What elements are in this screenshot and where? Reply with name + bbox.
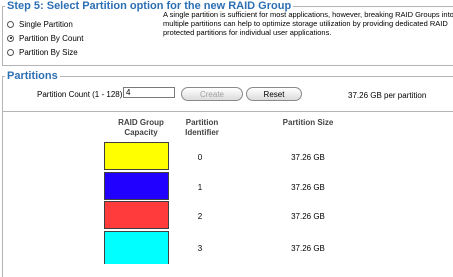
partition-description: A single partition is sufficient for mos… <box>163 10 453 37</box>
partition-size: 37.26 GB <box>291 212 325 221</box>
partition-size: 37.26 GB <box>291 183 325 192</box>
radio-label: Single Partition <box>19 19 73 29</box>
partition-size: 37.26 GB <box>291 153 325 162</box>
partition-id: 1 <box>197 183 203 192</box>
reset-button[interactable]: Reset <box>246 87 302 101</box>
partition-option-fieldset: Step 5: Select Partition option for the … <box>2 0 453 66</box>
partition-id: 3 <box>197 244 203 253</box>
radio-icon[interactable] <box>7 20 14 28</box>
partition-size: 37.26 GB <box>291 244 325 253</box>
partition-count-input[interactable] <box>123 87 175 98</box>
create-button[interactable]: Create <box>181 87 243 101</box>
partitions-title: Partitions <box>5 70 60 82</box>
per-partition-size: 37.26 GB per partition <box>348 91 427 100</box>
partition-id: 2 <box>197 212 203 221</box>
header-capacity: RAID Group Capacity <box>118 118 164 137</box>
capacity-swatch <box>104 201 169 229</box>
radio-partition-by-size[interactable]: Partition By Size <box>7 47 78 57</box>
partition-count-label: Partition Count (1 - 128) : <box>37 90 127 99</box>
partition-id: 0 <box>197 153 203 162</box>
radio-label: Partition By Size <box>19 47 78 57</box>
header-size: Partition Size <box>282 118 334 127</box>
header-identifier: Partition Identifier <box>185 118 219 137</box>
capacity-swatch <box>104 142 169 170</box>
capacity-swatch <box>104 172 169 200</box>
radio-label: Partition By Count <box>19 33 84 43</box>
radio-icon[interactable] <box>7 48 14 56</box>
capacity-swatch <box>104 231 169 264</box>
radio-partition-by-count[interactable]: Partition By Count <box>7 33 83 43</box>
divider <box>2 111 453 112</box>
radio-single-partition[interactable]: Single Partition <box>7 19 73 29</box>
radio-icon-checked[interactable] <box>7 34 14 42</box>
